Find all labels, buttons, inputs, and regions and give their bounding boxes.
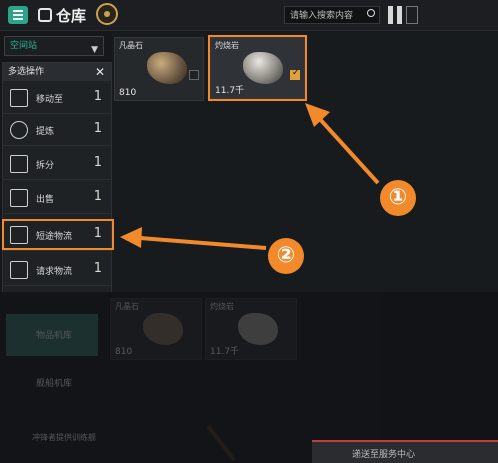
callout-2: ② <box>268 238 304 274</box>
callout-1: ① <box>380 180 416 216</box>
item-name: 凡晶石 <box>115 302 139 311</box>
sidebar-item-label: 物品机库 <box>36 331 73 341</box>
item-card: 凡晶石 810 <box>110 298 202 360</box>
ore-icon <box>238 313 278 345</box>
arrow-2-head <box>120 227 142 248</box>
notice-text: 递送至服务中心 <box>352 450 416 460</box>
item-quantity: 810 <box>115 347 133 357</box>
notification-toast: 递送至服务中心 <box>312 440 498 463</box>
arrow-2 <box>139 236 267 250</box>
item-name: 灼烧岩 <box>210 302 234 311</box>
sidebar-item-label: 舰船机库 <box>36 379 73 389</box>
item-quantity: 11.7千 <box>210 347 240 357</box>
ore-icon <box>143 313 183 345</box>
background-dimmed-view: 物品机库 舰船机库 冲锋者提供训练舰 凡晶石 810 灼烧岩 11.7千 <box>0 292 498 463</box>
sidebar-item-item-hangar: 物品机库 <box>6 314 98 356</box>
ship-label: 冲锋者提供训练舰 <box>32 433 96 442</box>
item-card: 灼烧岩 11.7千 <box>205 298 297 360</box>
sidebar-item-ship-hangar: 舰船机库 <box>6 364 98 404</box>
arrow-1 <box>316 115 380 185</box>
